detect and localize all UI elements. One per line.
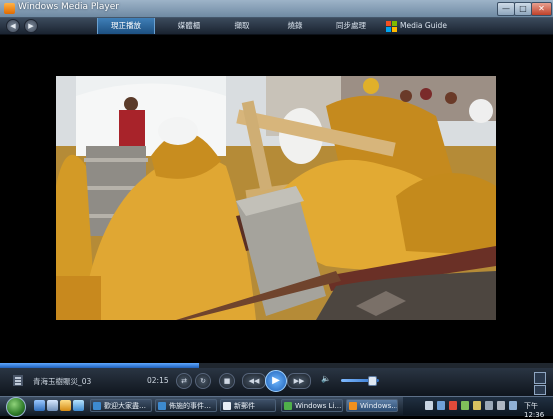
volume-slider-thumb[interactable]	[368, 376, 377, 386]
messenger-icon	[284, 402, 292, 410]
taskbar-button[interactable]: Windows Li…	[281, 399, 343, 412]
tab-rip[interactable]: 擷取	[224, 18, 260, 34]
taskbar-button-label: 佈施的事件…	[169, 402, 211, 410]
switch-to-compact-mode-button[interactable]	[534, 372, 546, 384]
start-button[interactable]	[6, 397, 26, 417]
close-button[interactable]: ✕	[531, 2, 552, 16]
update-icon[interactable]	[461, 401, 469, 410]
now-playing-title: 青海玉樹賑災_03	[33, 377, 92, 386]
taskbar-button-label: 歡迎大家盡…	[104, 402, 146, 410]
taskbar-button-label: Windows…	[360, 402, 398, 410]
play-button[interactable]: ▶	[265, 370, 287, 392]
media-player-icon	[349, 402, 357, 410]
keyboard-icon[interactable]	[425, 401, 433, 410]
network-icon[interactable]	[437, 401, 445, 410]
tab-burn[interactable]: 燒錄	[279, 18, 311, 34]
monitor-icon[interactable]	[485, 401, 493, 410]
elapsed-time: 02:15	[147, 376, 169, 385]
quick-launch-folder-icon[interactable]	[60, 400, 71, 411]
taskbar-button-active[interactable]: Windows…	[346, 399, 398, 412]
tab-sync[interactable]: 同步處理	[330, 18, 372, 34]
stop-button[interactable]: ■	[219, 373, 235, 389]
browser-icon	[93, 402, 101, 410]
maximize-button[interactable]: □	[514, 2, 532, 16]
quick-launch-switch-windows-icon[interactable]	[47, 400, 58, 411]
now-playing-icon	[13, 375, 23, 386]
next-button[interactable]: ▶▶	[287, 373, 311, 389]
back-button[interactable]: ◀	[6, 19, 20, 33]
minimize-button[interactable]: —	[497, 2, 515, 16]
forward-button[interactable]: ▶	[24, 19, 38, 33]
tab-media-guide[interactable]: Media Guide	[400, 18, 460, 34]
taskbar-button[interactable]: 佈施的事件…	[155, 399, 217, 412]
mail-icon	[223, 402, 231, 410]
taskbar-button-label: Windows Li…	[295, 402, 342, 410]
speaker-tray-icon[interactable]	[497, 401, 505, 410]
video-frame[interactable]	[56, 76, 496, 320]
media-player-icon	[4, 3, 15, 14]
window-title: Windows Media Player	[18, 2, 119, 12]
messenger-tray-icon[interactable]	[473, 401, 481, 410]
power-icon[interactable]	[509, 401, 517, 410]
taskbar-button-label: 新郵件	[234, 402, 255, 410]
fullscreen-button[interactable]	[534, 385, 546, 395]
tab-library[interactable]: 媒體櫃	[168, 18, 210, 34]
previous-button[interactable]: ◀◀	[242, 373, 266, 389]
quick-launch-desktop-icon[interactable]	[34, 400, 45, 411]
quick-launch-browser-icon[interactable]	[73, 400, 84, 411]
taskbar-button[interactable]: 歡迎大家盡…	[90, 399, 152, 412]
security-icon[interactable]	[449, 401, 457, 410]
clock[interactable]: 下午 12:36	[524, 401, 553, 419]
windows-logo-icon	[386, 21, 397, 32]
speaker-icon[interactable]: 🔈	[321, 374, 333, 386]
navigation-bar	[0, 18, 553, 35]
shuffle-button[interactable]: ⇄	[176, 373, 192, 389]
tab-now-playing[interactable]: 現正播放	[97, 18, 155, 34]
repeat-button[interactable]: ↻	[195, 373, 211, 389]
taskbar-button[interactable]: 新郵件	[220, 399, 276, 412]
browser-icon	[158, 402, 166, 410]
